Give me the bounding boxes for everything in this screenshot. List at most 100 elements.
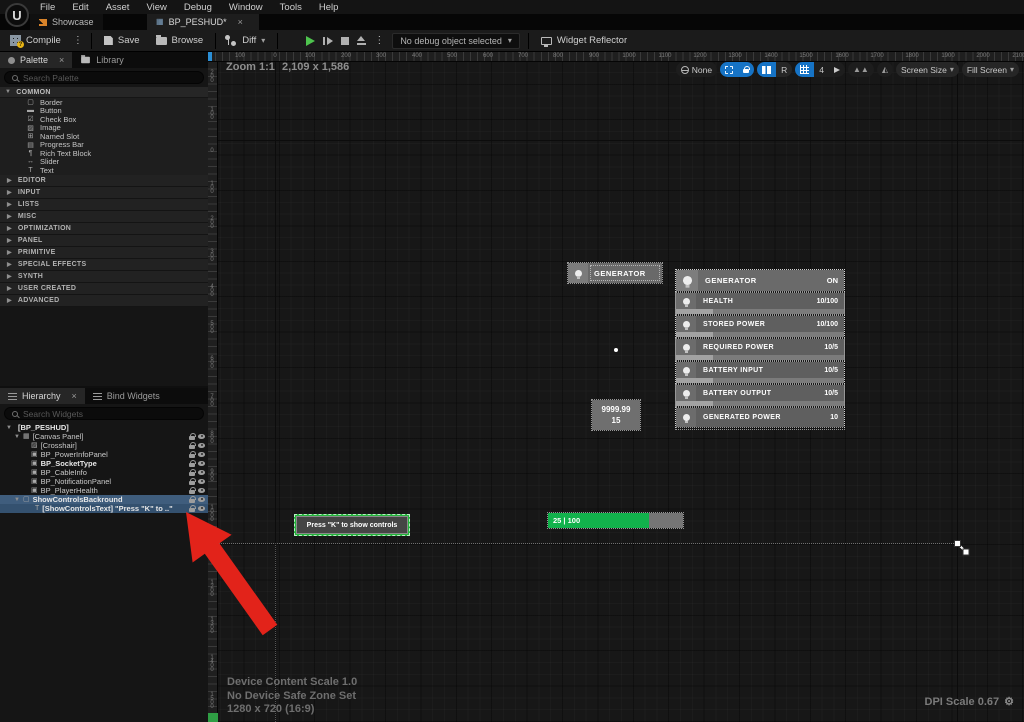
- preview-background-button[interactable]: ▲▲: [848, 62, 874, 77]
- compile-options-icon[interactable]: ⋮: [73, 35, 83, 46]
- frame-skip-button[interactable]: [323, 36, 333, 46]
- hierarchy-tree-row[interactable]: ▨ [Crosshair]: [0, 441, 208, 450]
- grid-size-value[interactable]: 4: [814, 62, 829, 77]
- palette-item[interactable]: T Text: [0, 166, 208, 175]
- eye-visibility-icon[interactable]: [198, 506, 205, 511]
- hierarchy-search-input[interactable]: Search Widgets: [4, 407, 204, 420]
- eye-visibility-icon[interactable]: [198, 497, 205, 502]
- menu-item[interactable]: View: [146, 2, 166, 13]
- palette-item[interactable]: ▨ Image: [0, 124, 208, 133]
- hierarchy-tree-row[interactable]: ▣ BP_PlayerHealth: [0, 486, 208, 495]
- close-icon[interactable]: ×: [59, 55, 64, 65]
- eye-visibility-icon[interactable]: [198, 461, 205, 466]
- palette-section[interactable]: ▶ ADVANCED: [0, 295, 208, 307]
- tab-hierarchy[interactable]: Hierarchy ×: [0, 388, 85, 404]
- diff-button[interactable]: Diff ▾: [224, 33, 269, 48]
- expander-icon[interactable]: ▼: [14, 497, 20, 503]
- palette-section[interactable]: ▶ PANEL: [0, 235, 208, 247]
- tab-showcase[interactable]: Showcase: [30, 14, 103, 30]
- expander-icon[interactable]: ▼: [14, 434, 20, 440]
- eject-button[interactable]: [357, 36, 366, 45]
- lock-icon[interactable]: [189, 445, 195, 449]
- palette-section[interactable]: ▶ SYNTH: [0, 271, 208, 283]
- eye-visibility-icon[interactable]: [198, 479, 205, 484]
- play-options-icon[interactable]: ⋮: [374, 35, 384, 46]
- palette-item[interactable]: ▬ Button: [0, 107, 208, 116]
- palette-section[interactable]: ▶ EDITOR: [0, 175, 208, 187]
- panel-header-row[interactable]: GENERATOR ON: [676, 270, 844, 291]
- tab-palette[interactable]: Palette ×: [0, 52, 72, 68]
- lock-icon[interactable]: [189, 463, 195, 467]
- generator-info-panel-widget[interactable]: GENERATOR ON HEALTH 10/100 STORED POWE: [676, 270, 844, 429]
- eye-visibility-icon[interactable]: [198, 470, 205, 475]
- palette-section[interactable]: ▶ OPTIMIZATION: [0, 223, 208, 235]
- screen-size-dropdown[interactable]: Screen Size ▾: [896, 62, 959, 77]
- palette-section[interactable]: ▶ LISTS: [0, 199, 208, 211]
- stat-row[interactable]: STORED POWER 10/100: [676, 316, 844, 337]
- hierarchy-tree-row[interactable]: ▼ [BP_PESHUD]: [0, 423, 208, 432]
- lock-icon[interactable]: [189, 490, 195, 494]
- progress-bar-widget[interactable]: 25 | 100: [548, 513, 683, 528]
- lock-icon[interactable]: [189, 481, 195, 485]
- compile-button[interactable]: ? Compile: [6, 33, 65, 48]
- stat-row[interactable]: REQUIRED POWER 10/5: [676, 339, 844, 360]
- dpi-scale-control[interactable]: DPI Scale 0.67 ⚙: [925, 695, 1014, 708]
- palette-item[interactable]: ↔ Slider: [0, 158, 208, 167]
- flip-preview-button[interactable]: ◭: [877, 62, 893, 77]
- eye-visibility-icon[interactable]: [198, 443, 205, 448]
- hierarchy-tree-row[interactable]: ▣ BP_NotificationPanel: [0, 477, 208, 486]
- palette-section[interactable]: ▶ INPUT: [0, 187, 208, 199]
- localization-preview-button[interactable]: None: [676, 62, 717, 77]
- widget-reflector-button[interactable]: Widget Reflector: [537, 33, 631, 48]
- palette-search-input[interactable]: Search Palette: [4, 71, 204, 84]
- hierarchy-tree-row[interactable]: ▣ BP_SocketType: [0, 459, 208, 468]
- palette-section[interactable]: ▶ SPECIAL EFFECTS: [0, 259, 208, 271]
- palette-section-common[interactable]: ▼ COMMON: [0, 87, 208, 98]
- menu-item[interactable]: Tools: [280, 2, 302, 13]
- snap-grid-toggle[interactable]: [795, 62, 814, 77]
- close-icon[interactable]: ×: [72, 391, 77, 401]
- expander-icon[interactable]: ▼: [6, 425, 12, 431]
- menu-item[interactable]: Edit: [72, 2, 88, 13]
- stat-row[interactable]: BATTERY INPUT 10/5: [676, 362, 844, 383]
- palette-item[interactable]: ¶ Rich Text Block: [0, 149, 208, 158]
- palette-item[interactable]: ▢ Border: [0, 98, 208, 107]
- tab-bind-widgets[interactable]: Bind Widgets: [85, 388, 168, 404]
- save-button[interactable]: Save: [100, 33, 144, 48]
- selection-outline-toggle[interactable]: [720, 62, 738, 77]
- palette-section[interactable]: ▶ PRIMITIVE: [0, 247, 208, 259]
- lock-icon[interactable]: [189, 454, 195, 458]
- menu-item[interactable]: File: [40, 2, 55, 13]
- palette-item[interactable]: ☑ Check Box: [0, 115, 208, 124]
- eye-visibility-icon[interactable]: [198, 488, 205, 493]
- show-controls-text-widget-selected[interactable]: Press "K" to show controls: [296, 516, 408, 534]
- lock-icon[interactable]: [189, 472, 195, 476]
- stop-button[interactable]: [341, 37, 349, 45]
- gear-icon[interactable]: ⚙: [1004, 695, 1014, 708]
- respect-locks-toggle[interactable]: [757, 62, 776, 77]
- eye-visibility-icon[interactable]: [198, 452, 205, 457]
- browse-button[interactable]: Browse: [152, 33, 208, 48]
- menu-item[interactable]: Debug: [184, 2, 212, 13]
- palette-section[interactable]: ▶ MISC: [0, 211, 208, 223]
- lock-icon[interactable]: [189, 508, 195, 512]
- designer-canvas[interactable]: 100 0 100 200 300 400 500 600 700 800 90…: [208, 52, 1024, 722]
- tab-bp-peshud[interactable]: ▦ BP_PESHUD* ×: [147, 14, 259, 30]
- menu-item[interactable]: Asset: [106, 2, 130, 13]
- hierarchy-tree-row[interactable]: ▼ ▦ [Canvas Panel]: [0, 432, 208, 441]
- resize-handle-icon[interactable]: [954, 540, 970, 556]
- eye-visibility-icon[interactable]: [198, 434, 205, 439]
- menu-item[interactable]: Window: [229, 2, 263, 13]
- palette-item[interactable]: ▤ Progress Bar: [0, 141, 208, 150]
- hierarchy-tree-row[interactable]: ▼ ▢ ShowControlsBackround: [0, 495, 208, 504]
- lock-widgets-toggle[interactable]: [738, 62, 754, 77]
- stat-row[interactable]: BATTERY OUTPUT 10/5: [676, 385, 844, 406]
- stat-row[interactable]: HEALTH 10/100: [676, 293, 844, 314]
- r-toggle-button[interactable]: R: [776, 62, 792, 77]
- debug-object-dropdown[interactable]: No debug object selected ▾: [392, 33, 520, 49]
- hierarchy-tree-row[interactable]: ▣ BP_PowerInfoPanel: [0, 450, 208, 459]
- stat-row[interactable]: GENERATED POWER 10: [676, 408, 844, 427]
- palette-item[interactable]: ⊞ Named Slot: [0, 132, 208, 141]
- close-tab-icon[interactable]: ×: [238, 17, 243, 27]
- play-button[interactable]: [306, 36, 315, 46]
